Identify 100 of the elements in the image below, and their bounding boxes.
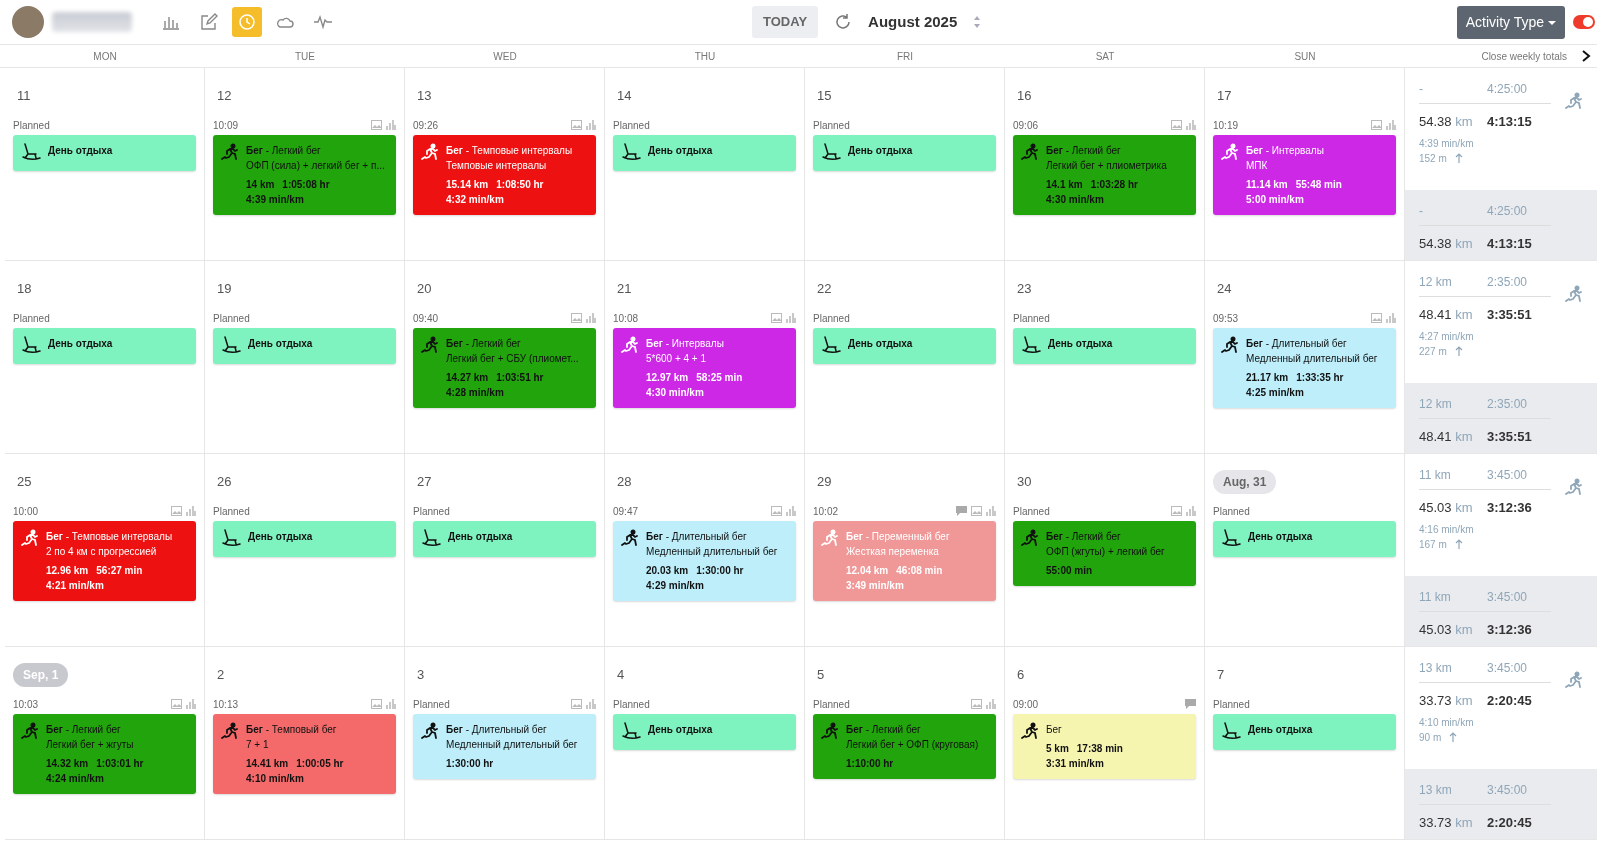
total-time: 4:13:15: [1487, 235, 1533, 253]
clock-icon: [237, 12, 257, 32]
bar-chart-icon[interactable]: [786, 506, 796, 516]
bar-chart-icon[interactable]: [786, 313, 796, 323]
date-label: 13: [417, 87, 432, 106]
workout-card[interactable]: День отдыха: [213, 328, 396, 364]
workout-card[interactable]: День отдыха: [213, 521, 396, 557]
image-icon[interactable]: [1171, 120, 1182, 130]
activity-type-dropdown[interactable]: Activity Type: [1456, 5, 1565, 39]
workout-stat: 14.1 km: [1046, 178, 1083, 192]
average-pace: 4:16 min/km: [1419, 522, 1475, 537]
workout-card[interactable]: День отдыха: [613, 714, 796, 750]
bar-chart-icon[interactable]: [986, 699, 996, 709]
workout-card[interactable]: День отдыха: [613, 135, 796, 171]
sort-icon[interactable]: [973, 15, 982, 29]
image-icon[interactable]: [971, 699, 982, 709]
comment-icon[interactable]: [1185, 699, 1196, 709]
time-label: Planned: [13, 118, 50, 133]
workout-card[interactable]: День отдыха: [813, 328, 996, 364]
planned-distance: 12 km: [1419, 274, 1453, 291]
today-button[interactable]: TODAY: [752, 6, 819, 38]
runner-icon: [1021, 722, 1039, 740]
chevron-right-icon[interactable]: [1581, 50, 1591, 62]
comment-icon[interactable]: [956, 506, 967, 516]
avatar[interactable]: [12, 6, 44, 38]
workout-card[interactable]: День отдыха: [1213, 714, 1396, 750]
workout-card[interactable]: Бег 5 km 17:38 min 3:31 min/km: [1013, 714, 1196, 779]
workout-card[interactable]: Бег - Длительный бег Медленный длительный бег 1:30:00 hr: [413, 714, 596, 779]
workout-description: Медленный длительный бег: [646, 545, 778, 559]
refresh-icon[interactable]: [834, 13, 853, 31]
runner-icon: [1021, 143, 1039, 161]
bar-chart-icon[interactable]: [386, 120, 396, 130]
time-label: Planned: [613, 697, 650, 712]
weekday-label: SAT: [1095, 50, 1115, 62]
workout-card[interactable]: Бег - Легкий бег Легкий бег + плиометрика 14.1 km 1:03:28 hr 4:30 min/km: [1013, 135, 1196, 215]
bar-chart-icon[interactable]: [586, 313, 596, 323]
workout-card[interactable]: День отдыха: [1213, 521, 1396, 557]
workout-card[interactable]: Бег - Легкий бег ОФП (сила) + легкий бег + п... 14 km 1:05:08 hr 4:39 min/km: [213, 135, 396, 215]
time-label: Planned: [813, 697, 850, 712]
workout-card[interactable]: День отдыха: [813, 135, 996, 171]
image-icon[interactable]: [971, 506, 982, 516]
image-icon[interactable]: [571, 313, 582, 323]
image-icon[interactable]: [1171, 506, 1182, 516]
image-icon[interactable]: [371, 699, 382, 709]
bar-chart-icon[interactable]: [986, 506, 996, 516]
workout-title: Бег - Темповые интервалы: [446, 144, 573, 158]
image-icon[interactable]: [371, 120, 382, 130]
month-title[interactable]: August 2025: [868, 10, 958, 34]
workout-card[interactable]: Бег - Длительный бег Медленный длительный бег 21.17 km 1:33:35 hr 4:25 min/km: [1213, 328, 1396, 408]
workout-card[interactable]: Бег - Легкий бег Легкий бег + СБУ (плиомет... 14.27 km 1:03:51 hr 4:28 min/km: [413, 328, 596, 408]
planned-time: 3:45:00: [1487, 467, 1529, 484]
workout-card[interactable]: Бег - Темповые интервалы Темповые интервалы 15.14 km 1:08:50 hr 4:32 min/km: [413, 135, 596, 215]
workout-card[interactable]: Бег - Интервалы 5*600 + 4 + 1 12.97 km 58:25 min 4:30 min/km: [613, 328, 796, 408]
workout-card[interactable]: Бег - Легкий бег Легкий бег + ОФП (круговая) 1:10:00 hr: [813, 714, 996, 779]
workout-card[interactable]: Бег - Темповые интервалы 2 по 4 км с прогрессией 12.96 km 56:27 min 4:21 min/km: [13, 521, 196, 601]
workout-title: День отдыха: [1248, 530, 1313, 544]
runner-icon: [1221, 143, 1239, 161]
workout-card[interactable]: Бег - Легкий бег Легкий бег + жгуты 14.32 km 1:03:01 hr 4:24 min/km: [13, 714, 196, 794]
close-totals-link[interactable]: Close weekly totals: [1481, 48, 1567, 64]
bar-chart-icon[interactable]: [586, 699, 596, 709]
workout-title: Бег - Легкий бег: [46, 723, 122, 737]
date-label: 21: [617, 280, 632, 299]
bar-chart-icon[interactable]: [1186, 120, 1196, 130]
workout-card[interactable]: Бег - Интервалы МПК 11.14 km 55:48 min 5:00 min/km: [1213, 135, 1396, 215]
workout-card[interactable]: День отдыха: [1013, 328, 1196, 364]
workout-title: Бег - Темповый бег: [246, 723, 338, 737]
image-icon[interactable]: [771, 506, 782, 516]
bar-chart-icon[interactable]: [1386, 313, 1396, 323]
date-label: 22: [817, 280, 832, 299]
image-icon[interactable]: [171, 699, 182, 709]
workout-card[interactable]: Бег - Темповый бег 7 + 1 14.41 km 1:00:05 hr 4:10 min/km: [213, 714, 396, 794]
total-distance: 45.03: [1419, 622, 1452, 637]
rocking-chair-icon: [421, 529, 441, 547]
workout-card[interactable]: День отдыха: [13, 135, 196, 171]
runner-icon: [221, 722, 239, 740]
workout-title: Бег - Длительный бег: [646, 530, 748, 544]
workout-stat: 20.03 km: [646, 564, 689, 578]
workout-card[interactable]: Бег - Легкий бег ОФП (жгуты) + легкий бег 55:00 min: [1013, 521, 1196, 586]
distance-unit: km: [1455, 622, 1473, 637]
image-icon[interactable]: [571, 699, 582, 709]
image-icon[interactable]: [1371, 313, 1382, 323]
date-label: 27: [417, 473, 432, 492]
image-icon[interactable]: [171, 506, 182, 516]
bar-chart-icon[interactable]: [186, 699, 196, 709]
date-label: 11: [17, 87, 31, 106]
image-icon[interactable]: [771, 313, 782, 323]
bar-chart-icon[interactable]: [1386, 120, 1396, 130]
image-icon[interactable]: [1371, 120, 1382, 130]
image-icon[interactable]: [571, 120, 582, 130]
bar-chart-icon[interactable]: [586, 120, 596, 130]
toggle-switch[interactable]: [1573, 15, 1595, 29]
weekday-label: TUE: [295, 50, 315, 62]
workout-card[interactable]: День отдыха: [413, 521, 596, 557]
workout-card[interactable]: День отдыха: [13, 328, 196, 364]
bar-chart-icon[interactable]: [186, 506, 196, 516]
bar-chart-icon[interactable]: [1186, 506, 1196, 516]
workout-stat: 14.32 km: [46, 757, 89, 771]
toolbar-button[interactable]: [232, 7, 262, 37]
workout-card[interactable]: Бег - Длительный бег Медленный длительный бег 20.03 km 1:30:00 hr 4:29 min/km: [613, 521, 796, 601]
bar-chart-icon[interactable]: [386, 699, 396, 709]
